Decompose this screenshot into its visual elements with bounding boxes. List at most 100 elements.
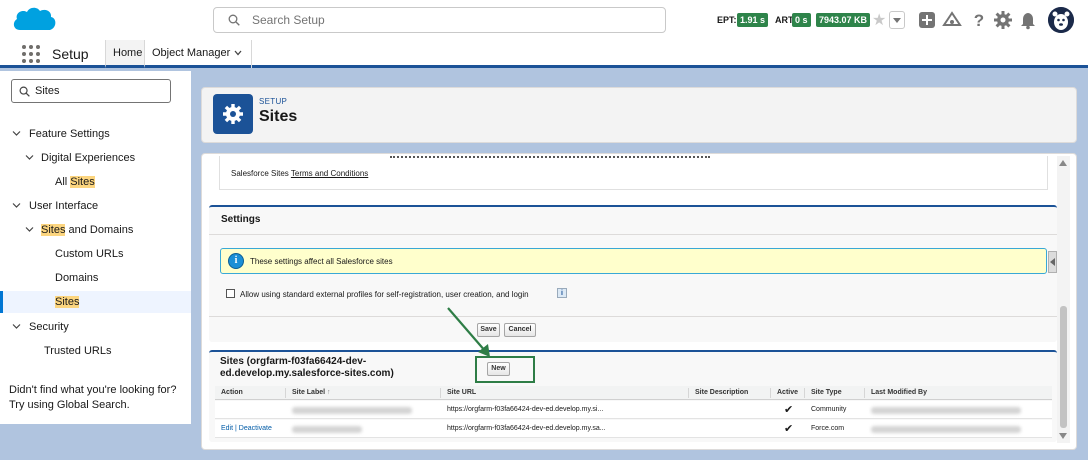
tree-item-sites[interactable]: Sites (0, 291, 191, 313)
collapse-panel-button[interactable] (1048, 251, 1057, 273)
scroll-up-icon[interactable] (1059, 160, 1067, 166)
tree-item-trusted-urls[interactable]: Trusted URLs (0, 340, 191, 362)
favorite-star-icon[interactable]: ★ (872, 10, 886, 30)
tree-item-label: Sites (55, 296, 80, 308)
terms-text: Salesforce Sites Terms and Conditions (231, 169, 368, 178)
heap-value: 7943.07 KB (816, 13, 871, 27)
column-divider (864, 388, 865, 398)
favorites-dropdown-button[interactable] (889, 11, 905, 29)
redacted-site-label (292, 407, 412, 414)
redacted-last-modified (871, 407, 1021, 414)
col-last-modified-by[interactable]: Last Modified By (871, 389, 927, 396)
tree-item-security[interactable]: Security (0, 316, 191, 338)
col-active[interactable]: Active (777, 389, 798, 396)
global-header: EPT: 1.91 s ART 0 s 7943.07 KB ★ ? (0, 0, 1088, 40)
clipped-text-remnant (390, 156, 710, 159)
search-icon (19, 86, 30, 97)
tree-item-user-interface[interactable]: User Interface (0, 195, 191, 217)
active-check-icon: ✔ (784, 404, 794, 416)
redacted-last-modified (871, 426, 1021, 433)
trailhead-icon[interactable] (942, 10, 962, 30)
column-divider (285, 388, 286, 398)
site-url-cell[interactable]: https://orgfarm-f03fa66424-dev-ed.develo… (447, 425, 606, 432)
search-input[interactable] (252, 12, 652, 28)
help-icon[interactable]: ? (969, 10, 989, 30)
info-message: These settings affect all Salesforce sit… (250, 257, 393, 266)
edit-link[interactable]: Edit (221, 425, 233, 432)
column-divider (804, 388, 805, 398)
external-profiles-checkbox[interactable] (226, 289, 235, 298)
tab-object-manager[interactable]: Object Manager (146, 40, 252, 68)
user-avatar[interactable] (1048, 7, 1074, 33)
tree-item-label: Digital Experiences (41, 152, 136, 164)
table-row: https://orgfarm-f03fa66424-dev-ed.develo… (215, 401, 1052, 419)
setup-gear-icon (213, 94, 253, 134)
label-prefix: All (55, 176, 71, 188)
tree-item-feature-settings[interactable]: Feature Settings (0, 123, 191, 145)
content-scrollbar[interactable] (1057, 156, 1070, 443)
notifications-bell-icon[interactable] (1018, 10, 1038, 30)
chevron-down-icon[interactable] (12, 129, 21, 138)
sites-section-title: Sites (orgfarm-f03fa66424-dev-ed.develop… (220, 356, 394, 379)
tree-item-label: All Sites (55, 176, 95, 188)
chevron-down-icon[interactable] (12, 322, 21, 331)
tree-item-label: Feature Settings (29, 128, 110, 140)
setup-sidebar: Feature Settings Digital Experiences All… (0, 71, 191, 424)
column-divider (688, 388, 689, 398)
page-eyebrow: SETUP (259, 97, 288, 106)
page-header: SETUP Sites (201, 87, 1077, 143)
terms-prefix: Salesforce Sites (231, 169, 291, 178)
col-site-type[interactable]: Site Type (811, 389, 842, 396)
active-check-icon: ✔ (784, 423, 794, 435)
scroll-down-icon[interactable] (1059, 433, 1067, 439)
chevron-down-icon[interactable] (25, 225, 34, 234)
sidebar-help-text: Didn't find what you're looking for? Try… (9, 384, 177, 411)
global-actions-add-icon[interactable] (917, 10, 937, 30)
tree-item-label: Domains (55, 272, 99, 284)
tree-item-custom-urls[interactable]: Custom URLs (0, 243, 191, 265)
chevron-down-icon[interactable] (234, 49, 242, 57)
sort-arrow-icon: ↑ (327, 389, 331, 396)
tree-item-all-sites[interactable]: All Sites (0, 171, 191, 193)
site-type-cell: Community (811, 406, 847, 413)
tree-item-sites-and-domains[interactable]: Sites and Domains (0, 219, 191, 241)
tree-item-digital-experiences[interactable]: Digital Experiences (0, 147, 191, 169)
help-info-icon[interactable]: i (557, 288, 567, 298)
quick-find-input[interactable] (35, 84, 165, 98)
tree-item-domains[interactable]: Domains (0, 267, 191, 289)
search-match-highlight: Sites (70, 176, 95, 188)
divider (209, 234, 1057, 235)
chevron-down-icon (893, 18, 901, 23)
tree-item-label: Trusted URLs (44, 345, 112, 357)
svg-text:?: ? (974, 11, 984, 30)
search-match-highlight: Sites (41, 224, 66, 236)
app-name: Setup (52, 46, 89, 62)
setup-search[interactable] (213, 7, 666, 33)
terms-link[interactable]: Terms and Conditions (291, 169, 368, 178)
tab-home-label: Home (113, 47, 143, 59)
chevron-down-icon[interactable] (25, 153, 34, 162)
page-title: Sites (259, 108, 298, 125)
quick-find-box[interactable] (11, 79, 171, 103)
col-site-label-text: Site Label (292, 389, 326, 396)
tree-item-label: Security (29, 321, 69, 333)
col-action: Action (221, 389, 243, 396)
site-type-cell: Force.com (811, 425, 845, 432)
context-bar: Setup Home Object Manager (0, 40, 1088, 68)
ept-label: EPT: (717, 15, 737, 25)
redacted-site-label (292, 426, 362, 433)
divider (209, 316, 1057, 317)
chevron-down-icon[interactable] (12, 201, 21, 210)
col-site-url[interactable]: Site URL (447, 389, 476, 396)
tab-home[interactable]: Home (105, 40, 145, 68)
app-launcher-icon[interactable] (22, 45, 40, 63)
site-url-cell[interactable]: https://orgfarm-f03fa66424-dev-ed.develo… (447, 406, 603, 413)
tree-item-label: Custom URLs (55, 248, 124, 260)
search-icon (228, 14, 240, 26)
col-site-description[interactable]: Site Description (695, 389, 748, 396)
salesforce-logo[interactable] (10, 4, 58, 36)
deactivate-link[interactable]: Deactivate (239, 425, 272, 432)
col-site-label[interactable]: Site Label ↑ (292, 389, 331, 396)
scrollbar-thumb[interactable] (1060, 306, 1067, 428)
setup-gear-icon[interactable] (993, 10, 1013, 30)
